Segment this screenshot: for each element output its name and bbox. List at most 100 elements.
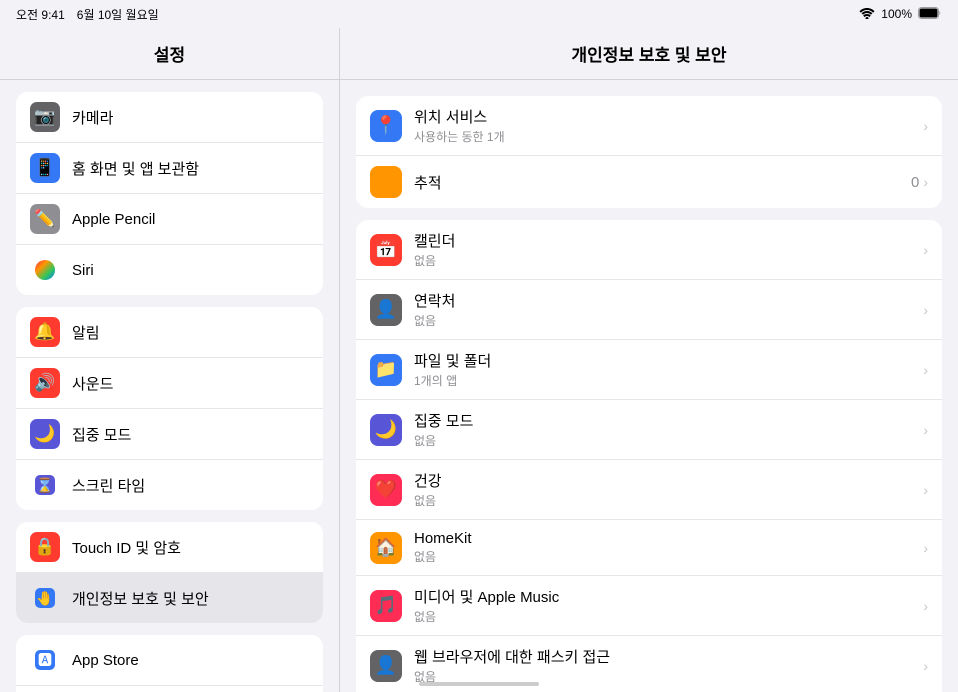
location-content-icon: 📍 xyxy=(370,110,402,142)
status-date: 6월 10일 월요일 xyxy=(77,6,159,23)
touchid-label: Touch ID 및 암호 xyxy=(72,537,181,558)
files-subtitle: 1개의 앱 xyxy=(414,372,911,389)
content-item-calendar[interactable]: 📅 캘린더없음 › xyxy=(356,220,942,280)
content-group-cg2: 📅캘린더없음›👤연락처없음›📁파일 및 폴더1개의 앱›🌙집중 모드없음›❤️건… xyxy=(356,220,942,692)
tracking-badge: 0 xyxy=(911,174,919,191)
battery-icon xyxy=(918,7,942,22)
location-right: › xyxy=(923,118,928,134)
touchid-icon: 🔒 xyxy=(30,532,60,562)
sidebar-item-touchid[interactable]: 🔒 Touch ID 및 암호 xyxy=(16,522,323,573)
privacy-icon: 🤚 xyxy=(30,583,60,613)
siri-icon xyxy=(30,255,60,285)
passkey-chevron-icon: › xyxy=(923,658,928,674)
status-time: 오전 9:41 xyxy=(16,6,65,23)
sidebar-item-camera[interactable]: 📷카메라 xyxy=(16,92,323,143)
applepencil-icon: ✏️ xyxy=(30,204,60,234)
content-item-files[interactable]: 📁 파일 및 폴더1개의 앱 › xyxy=(356,340,942,400)
sidebar-item-sound[interactable]: 🔊 사운드 xyxy=(16,358,323,409)
contacts-text: 연락처없음 xyxy=(414,290,911,329)
content-item-homekit[interactable]: 🏠HomeKit없음› xyxy=(356,520,942,576)
media-chevron-icon: › xyxy=(923,598,928,614)
content-item-tracking[interactable]: 추적 0› xyxy=(356,156,942,208)
tracking-title: 추적 xyxy=(414,172,899,193)
content-group-cg1: 📍위치 서비스사용하는 동한 1개›추적0› xyxy=(356,96,942,208)
status-bar-left: 오전 9:41 6월 10일 월요일 xyxy=(16,6,159,23)
sidebar: 설정 📷카메라📱홈 화면 및 앱 보관함 ✏️ Apple Pencil Siri 🔔알… xyxy=(0,28,340,692)
sidebar-item-homescreen[interactable]: 📱홈 화면 및 앱 보관함 xyxy=(16,143,323,194)
calendar-subtitle: 없음 xyxy=(414,252,911,269)
sidebar-item-alarm[interactable]: 🔔알림 xyxy=(16,307,323,358)
appstore-label: App Store xyxy=(72,652,139,669)
sound-label: 사운드 xyxy=(72,373,113,394)
media-subtitle: 없음 xyxy=(414,608,911,625)
media-right: › xyxy=(923,598,928,614)
sidebar-item-focusmode[interactable]: 🌙집중 모드 xyxy=(16,409,323,460)
tracking-right: 0› xyxy=(911,174,928,191)
health-content-icon: ❤️ xyxy=(370,474,402,506)
calendar-title: 캘린더 xyxy=(414,230,911,251)
location-text: 위치 서비스사용하는 동한 1개 xyxy=(414,106,911,145)
wifi-icon xyxy=(859,7,875,22)
sidebar-item-siri[interactable]: Siri xyxy=(16,245,323,295)
homekit-title: HomeKit xyxy=(414,530,911,547)
battery-text: 100% xyxy=(881,7,912,21)
media-content-icon: 🎵 xyxy=(370,590,402,622)
homekit-right: › xyxy=(923,540,928,556)
homescreen-icon: 📱 xyxy=(30,153,60,183)
applepencil-label: Apple Pencil xyxy=(72,211,155,228)
contacts-right: › xyxy=(923,302,928,318)
passkey-text: 웹 브라우저에 대한 패스키 접근없음 xyxy=(414,646,911,685)
content-item-health[interactable]: ❤️건강없음› xyxy=(356,460,942,520)
focus-chevron-icon: › xyxy=(923,422,928,438)
focusmode-label: 집중 모드 xyxy=(72,424,131,445)
sidebar-item-screentime[interactable]: ⌛스크린 타임 xyxy=(16,460,323,510)
status-bar: 오전 9:41 6월 10일 월요일 100% xyxy=(0,0,958,28)
tracking-chevron-icon: › xyxy=(923,174,928,190)
content-item-location[interactable]: 📍 위치 서비스사용하는 동한 1개 › xyxy=(356,96,942,156)
siri-label: Siri xyxy=(72,262,94,279)
privacy-label: 개인정보 보호 및 보안 xyxy=(72,588,209,609)
health-right: › xyxy=(923,482,928,498)
focus-subtitle: 없음 xyxy=(414,432,911,449)
alarm-label: 알림 xyxy=(72,322,100,343)
files-right: › xyxy=(923,362,928,378)
homekit-subtitle: 없음 xyxy=(414,548,911,565)
passkey-content-icon: 👤 xyxy=(370,650,402,682)
content-item-media[interactable]: 🎵 미디어 및 Apple Music없음 › xyxy=(356,576,942,636)
calendar-content-icon: 📅 xyxy=(370,234,402,266)
content-body: 📍위치 서비스사용하는 동한 1개›추적0›📅캘린더없음›👤연락처없음›📁파일 … xyxy=(340,80,958,692)
sidebar-title: 설정 xyxy=(154,41,185,66)
main-layout: 설정 📷카메라📱홈 화면 및 앱 보관함 ✏️ Apple Pencil Siri 🔔알… xyxy=(0,28,958,692)
calendar-right: › xyxy=(923,242,928,258)
sidebar-item-appstore[interactable]: 🅰 App Store xyxy=(16,635,323,686)
media-title: 미디어 및 Apple Music xyxy=(414,586,911,607)
content-item-focus[interactable]: 🌙집중 모드없음› xyxy=(356,400,942,460)
contacts-content-icon: 👤 xyxy=(370,294,402,326)
status-bar-right: 100% xyxy=(859,7,942,22)
screentime-label: 스크린 타임 xyxy=(72,475,145,496)
sidebar-item-applepencil[interactable]: ✏️ Apple Pencil xyxy=(16,194,323,245)
sidebar-item-privacy[interactable]: 🤚 개인정보 보호 및 보안 xyxy=(16,573,323,623)
health-chevron-icon: › xyxy=(923,482,928,498)
focus-right: › xyxy=(923,422,928,438)
settings-group-group1: 📷카메라📱홈 화면 및 앱 보관함 ✏️ Apple Pencil Siri xyxy=(16,92,323,295)
location-subtitle: 사용하는 동한 1개 xyxy=(414,128,911,145)
location-chevron-icon: › xyxy=(923,118,928,134)
settings-group-group4: 🅰App Store🎮Game Center☁️iCloud💳지갑 xyxy=(16,635,323,692)
calendar-text: 캘린더없음 xyxy=(414,230,911,269)
media-text: 미디어 및 Apple Music없음 xyxy=(414,586,911,625)
settings-group-group3: 🔒 Touch ID 및 암호 🤚 개인정보 보호 및 보안 xyxy=(16,522,323,623)
files-content-icon: 📁 xyxy=(370,354,402,386)
camera-icon: 📷 xyxy=(30,102,60,132)
content-panel: 개인정보 보호 및 보안 📍위치 서비스사용하는 동한 1개›추적0›📅캘린더없… xyxy=(340,28,958,692)
sidebar-item-gamecenter[interactable]: 🎮Game Center xyxy=(16,686,323,692)
content-item-contacts[interactable]: 👤 연락처없음 › xyxy=(356,280,942,340)
contacts-subtitle: 없음 xyxy=(414,312,911,329)
files-title: 파일 및 폴더 xyxy=(414,350,911,371)
health-title: 건강 xyxy=(414,470,911,491)
sound-icon: 🔊 xyxy=(30,368,60,398)
calendar-chevron-icon: › xyxy=(923,242,928,258)
svg-text:🅰: 🅰 xyxy=(38,652,52,668)
contacts-chevron-icon: › xyxy=(923,302,928,318)
content-header: 개인정보 보호 및 보안 xyxy=(340,28,958,80)
